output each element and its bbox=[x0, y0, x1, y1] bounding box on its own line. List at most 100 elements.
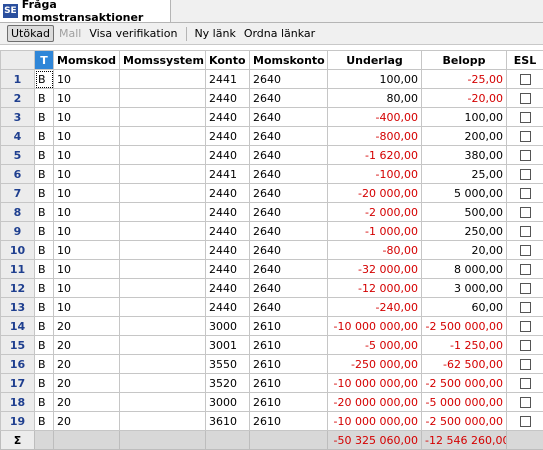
row-number[interactable]: 14 bbox=[1, 317, 35, 336]
cell-belopp[interactable]: -2 500 000,00 bbox=[422, 317, 507, 336]
cell-momskonto[interactable]: 2640 bbox=[250, 184, 328, 203]
col-header-konto[interactable]: Konto bbox=[206, 51, 250, 70]
cell-esl[interactable] bbox=[507, 89, 543, 108]
cell-underlag[interactable]: -1 620,00 bbox=[328, 146, 422, 165]
table-row[interactable]: 16B2035502610-250 000,00-62 500,00 bbox=[1, 355, 543, 374]
cell-underlag[interactable]: -32 000,00 bbox=[328, 260, 422, 279]
cell-momskod[interactable]: 20 bbox=[54, 336, 120, 355]
cell-belopp[interactable]: 5 000,00 bbox=[422, 184, 507, 203]
cell-esl[interactable] bbox=[507, 298, 543, 317]
cell-momskonto[interactable]: 2640 bbox=[250, 70, 328, 89]
cell-underlag[interactable]: -240,00 bbox=[328, 298, 422, 317]
cell-momssystem[interactable] bbox=[120, 336, 206, 355]
tab-fraga-momstransaktioner[interactable]: SE Fråga momstransaktioner bbox=[0, 0, 171, 22]
cell-momssystem[interactable] bbox=[120, 279, 206, 298]
cell-esl[interactable] bbox=[507, 203, 543, 222]
esl-checkbox[interactable] bbox=[520, 131, 531, 142]
cell-momskonto[interactable]: 2640 bbox=[250, 127, 328, 146]
cell-esl[interactable] bbox=[507, 222, 543, 241]
cell-momskod[interactable]: 10 bbox=[54, 89, 120, 108]
table-row[interactable]: 17B2035202610-10 000 000,00-2 500 000,00 bbox=[1, 374, 543, 393]
row-number[interactable]: 17 bbox=[1, 374, 35, 393]
cell-momssystem[interactable] bbox=[120, 241, 206, 260]
esl-checkbox[interactable] bbox=[520, 283, 531, 294]
cell-belopp[interactable]: -62 500,00 bbox=[422, 355, 507, 374]
cell-momskod[interactable]: 10 bbox=[54, 108, 120, 127]
table-row[interactable]: 13B1024402640-240,0060,00 bbox=[1, 298, 543, 317]
cell-underlag[interactable]: -80,00 bbox=[328, 241, 422, 260]
row-number[interactable]: 18 bbox=[1, 393, 35, 412]
cell-underlag[interactable]: -800,00 bbox=[328, 127, 422, 146]
row-number[interactable]: 8 bbox=[1, 203, 35, 222]
cell-underlag[interactable]: 80,00 bbox=[328, 89, 422, 108]
cell-belopp[interactable]: -20,00 bbox=[422, 89, 507, 108]
row-number[interactable]: 9 bbox=[1, 222, 35, 241]
cell-underlag[interactable]: -1 000,00 bbox=[328, 222, 422, 241]
row-number[interactable]: 1 bbox=[1, 70, 35, 89]
cell-konto[interactable]: 3550 bbox=[206, 355, 250, 374]
cell-konto[interactable]: 2440 bbox=[206, 108, 250, 127]
cell-momskod[interactable]: 10 bbox=[54, 146, 120, 165]
cell-esl[interactable] bbox=[507, 260, 543, 279]
cell-momskonto[interactable]: 2640 bbox=[250, 222, 328, 241]
cell-momssystem[interactable] bbox=[120, 127, 206, 146]
cell-momskod[interactable]: 20 bbox=[54, 355, 120, 374]
cell-konto[interactable]: 2440 bbox=[206, 260, 250, 279]
cell-t[interactable]: B bbox=[35, 222, 54, 241]
cell-momssystem[interactable] bbox=[120, 374, 206, 393]
row-number[interactable]: 7 bbox=[1, 184, 35, 203]
cell-momssystem[interactable] bbox=[120, 146, 206, 165]
cell-t[interactable]: B bbox=[35, 317, 54, 336]
cell-underlag[interactable]: -20 000,00 bbox=[328, 184, 422, 203]
table-row[interactable]: 18B2030002610-20 000 000,00-5 000 000,00 bbox=[1, 393, 543, 412]
cell-momskonto[interactable]: 2640 bbox=[250, 108, 328, 127]
cell-momskonto[interactable]: 2640 bbox=[250, 203, 328, 222]
cell-konto[interactable]: 2440 bbox=[206, 222, 250, 241]
cell-t[interactable]: B bbox=[35, 108, 54, 127]
esl-checkbox[interactable] bbox=[520, 188, 531, 199]
cell-momssystem[interactable] bbox=[120, 393, 206, 412]
cell-konto[interactable]: 3000 bbox=[206, 393, 250, 412]
row-number[interactable]: 4 bbox=[1, 127, 35, 146]
cell-esl[interactable] bbox=[507, 146, 543, 165]
cell-momskonto[interactable]: 2610 bbox=[250, 393, 328, 412]
cell-t[interactable]: B bbox=[35, 355, 54, 374]
cell-belopp[interactable]: 3 000,00 bbox=[422, 279, 507, 298]
esl-checkbox[interactable] bbox=[520, 226, 531, 237]
col-header-belopp[interactable]: Belopp bbox=[422, 51, 507, 70]
cell-momskod[interactable]: 10 bbox=[54, 260, 120, 279]
cell-underlag[interactable]: -10 000 000,00 bbox=[328, 412, 422, 431]
cell-momskonto[interactable]: 2610 bbox=[250, 317, 328, 336]
cell-belopp[interactable]: -5 000 000,00 bbox=[422, 393, 507, 412]
row-number[interactable]: 11 bbox=[1, 260, 35, 279]
row-number[interactable]: 19 bbox=[1, 412, 35, 431]
cell-belopp[interactable]: 100,00 bbox=[422, 108, 507, 127]
cell-esl[interactable] bbox=[507, 355, 543, 374]
row-number[interactable]: 12 bbox=[1, 279, 35, 298]
table-row[interactable]: 10B1024402640-80,0020,00 bbox=[1, 241, 543, 260]
cell-momssystem[interactable] bbox=[120, 108, 206, 127]
cell-underlag[interactable]: -2 000,00 bbox=[328, 203, 422, 222]
esl-checkbox[interactable] bbox=[520, 302, 531, 313]
esl-checkbox[interactable] bbox=[520, 340, 531, 351]
cell-momskonto[interactable]: 2640 bbox=[250, 89, 328, 108]
cell-esl[interactable] bbox=[507, 393, 543, 412]
cell-momssystem[interactable] bbox=[120, 412, 206, 431]
arrange-links-button[interactable]: Ordna länkar bbox=[241, 25, 318, 42]
cell-momskod[interactable]: 10 bbox=[54, 241, 120, 260]
cell-momskonto[interactable]: 2610 bbox=[250, 374, 328, 393]
esl-checkbox[interactable] bbox=[520, 264, 531, 275]
cell-t[interactable]: B bbox=[35, 393, 54, 412]
cell-konto[interactable]: 2440 bbox=[206, 127, 250, 146]
esl-checkbox[interactable] bbox=[520, 397, 531, 408]
row-number[interactable]: 2 bbox=[1, 89, 35, 108]
esl-checkbox[interactable] bbox=[520, 112, 531, 123]
cell-t[interactable]: B bbox=[35, 165, 54, 184]
cell-underlag[interactable]: -20 000 000,00 bbox=[328, 393, 422, 412]
cell-underlag[interactable]: -400,00 bbox=[328, 108, 422, 127]
cell-konto[interactable]: 3000 bbox=[206, 317, 250, 336]
cell-momskod[interactable]: 10 bbox=[54, 184, 120, 203]
esl-checkbox[interactable] bbox=[520, 74, 531, 85]
cell-momskod[interactable]: 10 bbox=[54, 203, 120, 222]
esl-checkbox[interactable] bbox=[520, 416, 531, 427]
